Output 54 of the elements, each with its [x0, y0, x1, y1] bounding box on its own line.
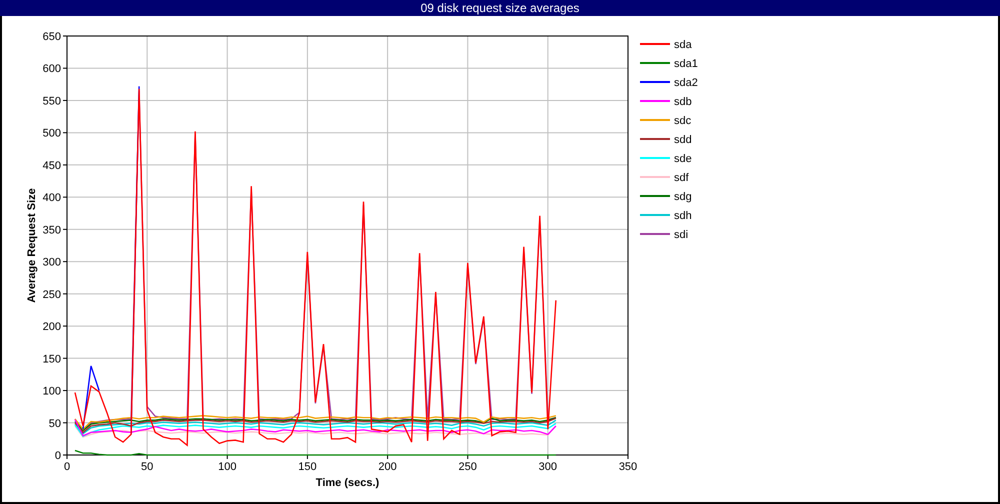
tick-mark: [226, 454, 228, 460]
y-tick-label: 0: [54, 450, 61, 462]
y-axis-title: Average Request Size: [26, 188, 38, 303]
tick-mark: [547, 454, 548, 460]
y-tick-label: 50: [48, 418, 61, 430]
x-tick-label: 200: [378, 461, 397, 473]
window-title: 09 disk request size averages: [0, 0, 1000, 16]
tick-mark: [62, 132, 68, 134]
y-tick-label: 100: [42, 386, 61, 398]
tick-mark: [306, 454, 308, 460]
tick-mark: [62, 390, 68, 392]
x-tick-label: 300: [538, 461, 558, 473]
legend-label: sdi: [674, 229, 688, 241]
tick-mark: [62, 358, 68, 359]
legend-label: sda: [674, 39, 692, 51]
tick-mark: [62, 261, 68, 262]
tick-mark: [62, 293, 68, 294]
legend-label: sdg: [674, 191, 692, 203]
tick-mark: [62, 164, 68, 166]
legend-label: sdb: [674, 96, 692, 108]
tick-mark: [62, 228, 68, 230]
x-axis-title: Time (secs.): [316, 477, 380, 489]
y-tick-label: 200: [42, 321, 61, 334]
x-tick-label: 0: [64, 461, 70, 473]
y-tick-label: 550: [42, 95, 61, 108]
legend-label: sda1: [674, 58, 698, 70]
tick-mark: [146, 454, 148, 460]
tick-mark: [387, 454, 388, 460]
x-tick-label: 350: [618, 461, 638, 473]
y-tick-label: 400: [42, 192, 61, 204]
x-tick-label: 250: [458, 461, 477, 473]
x-tick-label: 50: [141, 461, 154, 473]
x-tick-label: 150: [298, 461, 317, 473]
y-tick-label: 300: [42, 256, 61, 269]
tick-mark: [62, 68, 68, 69]
tick-mark: [467, 454, 468, 460]
y-tick-label: 650: [42, 31, 61, 43]
y-tick-label: 150: [42, 353, 61, 366]
y-tick-label: 600: [42, 63, 61, 76]
y-tick-label: 500: [42, 128, 61, 140]
legend-label: sda2: [674, 77, 698, 89]
legend-label: sdh: [674, 210, 692, 222]
x-tick-label: 100: [218, 461, 236, 473]
tick-mark: [62, 326, 68, 327]
tick-mark: [62, 196, 68, 198]
legend-label: sdd: [674, 134, 692, 146]
y-tick-label: 250: [42, 288, 61, 301]
y-tick-label: 350: [42, 224, 61, 236]
tick-mark: [62, 100, 68, 101]
y-tick-label: 450: [42, 160, 61, 172]
legend-label: sdf: [674, 172, 689, 184]
legend-label: sde: [674, 153, 692, 165]
tick-mark: [62, 422, 68, 424]
legend-label: sdc: [674, 115, 692, 127]
